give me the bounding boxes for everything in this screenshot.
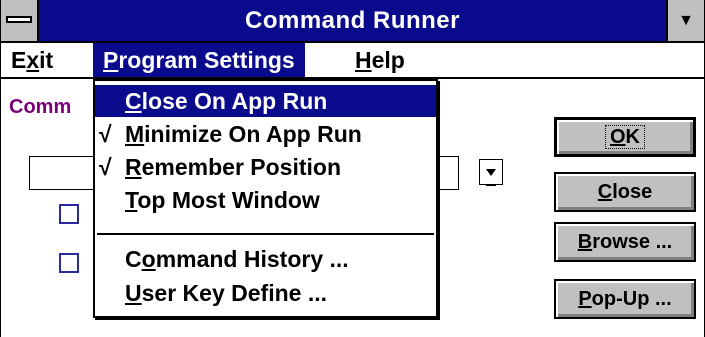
minimize-arrow-icon: ▼ — [678, 12, 694, 29]
browse-button[interactable]: Browse ... — [554, 222, 696, 262]
menu-separator — [97, 233, 434, 235]
system-menu-icon — [6, 16, 32, 23]
program-settings-dropdown: Close On App Run √ Minimize On App Run √… — [93, 79, 438, 318]
menu-item-close-on-app-run[interactable]: Close On App Run — [95, 85, 436, 117]
menu-exit[interactable]: Exit — [1, 43, 63, 77]
minimize-button[interactable]: ▼ — [666, 0, 704, 41]
menu-item-user-key-define[interactable]: User Key Define ... — [95, 277, 436, 309]
command-dropdown-button[interactable] — [479, 159, 503, 186]
menu-program-settings[interactable]: Program Settings — [93, 43, 305, 77]
ok-button[interactable]: OK — [554, 117, 696, 157]
menu-item-top-most-window[interactable]: Top Most Window — [95, 184, 436, 216]
menu-help[interactable]: Help — [345, 43, 415, 77]
command-label: Comm — [9, 96, 72, 118]
close-button[interactable]: Close — [554, 172, 696, 212]
system-menu-button[interactable] — [1, 0, 39, 41]
menu-item-command-history[interactable]: Command History ... — [95, 243, 436, 275]
option-checkbox-2[interactable] — [59, 253, 79, 273]
window-title: Command Runner — [244, 7, 460, 34]
checkmark-icon: √ — [99, 154, 112, 180]
menu-bar: Exit Program Settings Help — [1, 43, 704, 79]
menu-item-minimize-on-app-run[interactable]: √ Minimize On App Run — [95, 118, 436, 150]
pop-up-button[interactable]: Pop-Up ... — [554, 279, 696, 319]
title-bar: Command Runner ▼ — [1, 0, 704, 43]
option-checkbox-1[interactable] — [59, 204, 79, 224]
command-runner-window: Command Runner ▼ Exit Program Settings H… — [0, 0, 705, 337]
checkmark-icon: √ — [99, 121, 112, 147]
menu-item-remember-position[interactable]: √ Remember Position — [95, 151, 436, 183]
down-arrow-icon — [486, 168, 496, 176]
